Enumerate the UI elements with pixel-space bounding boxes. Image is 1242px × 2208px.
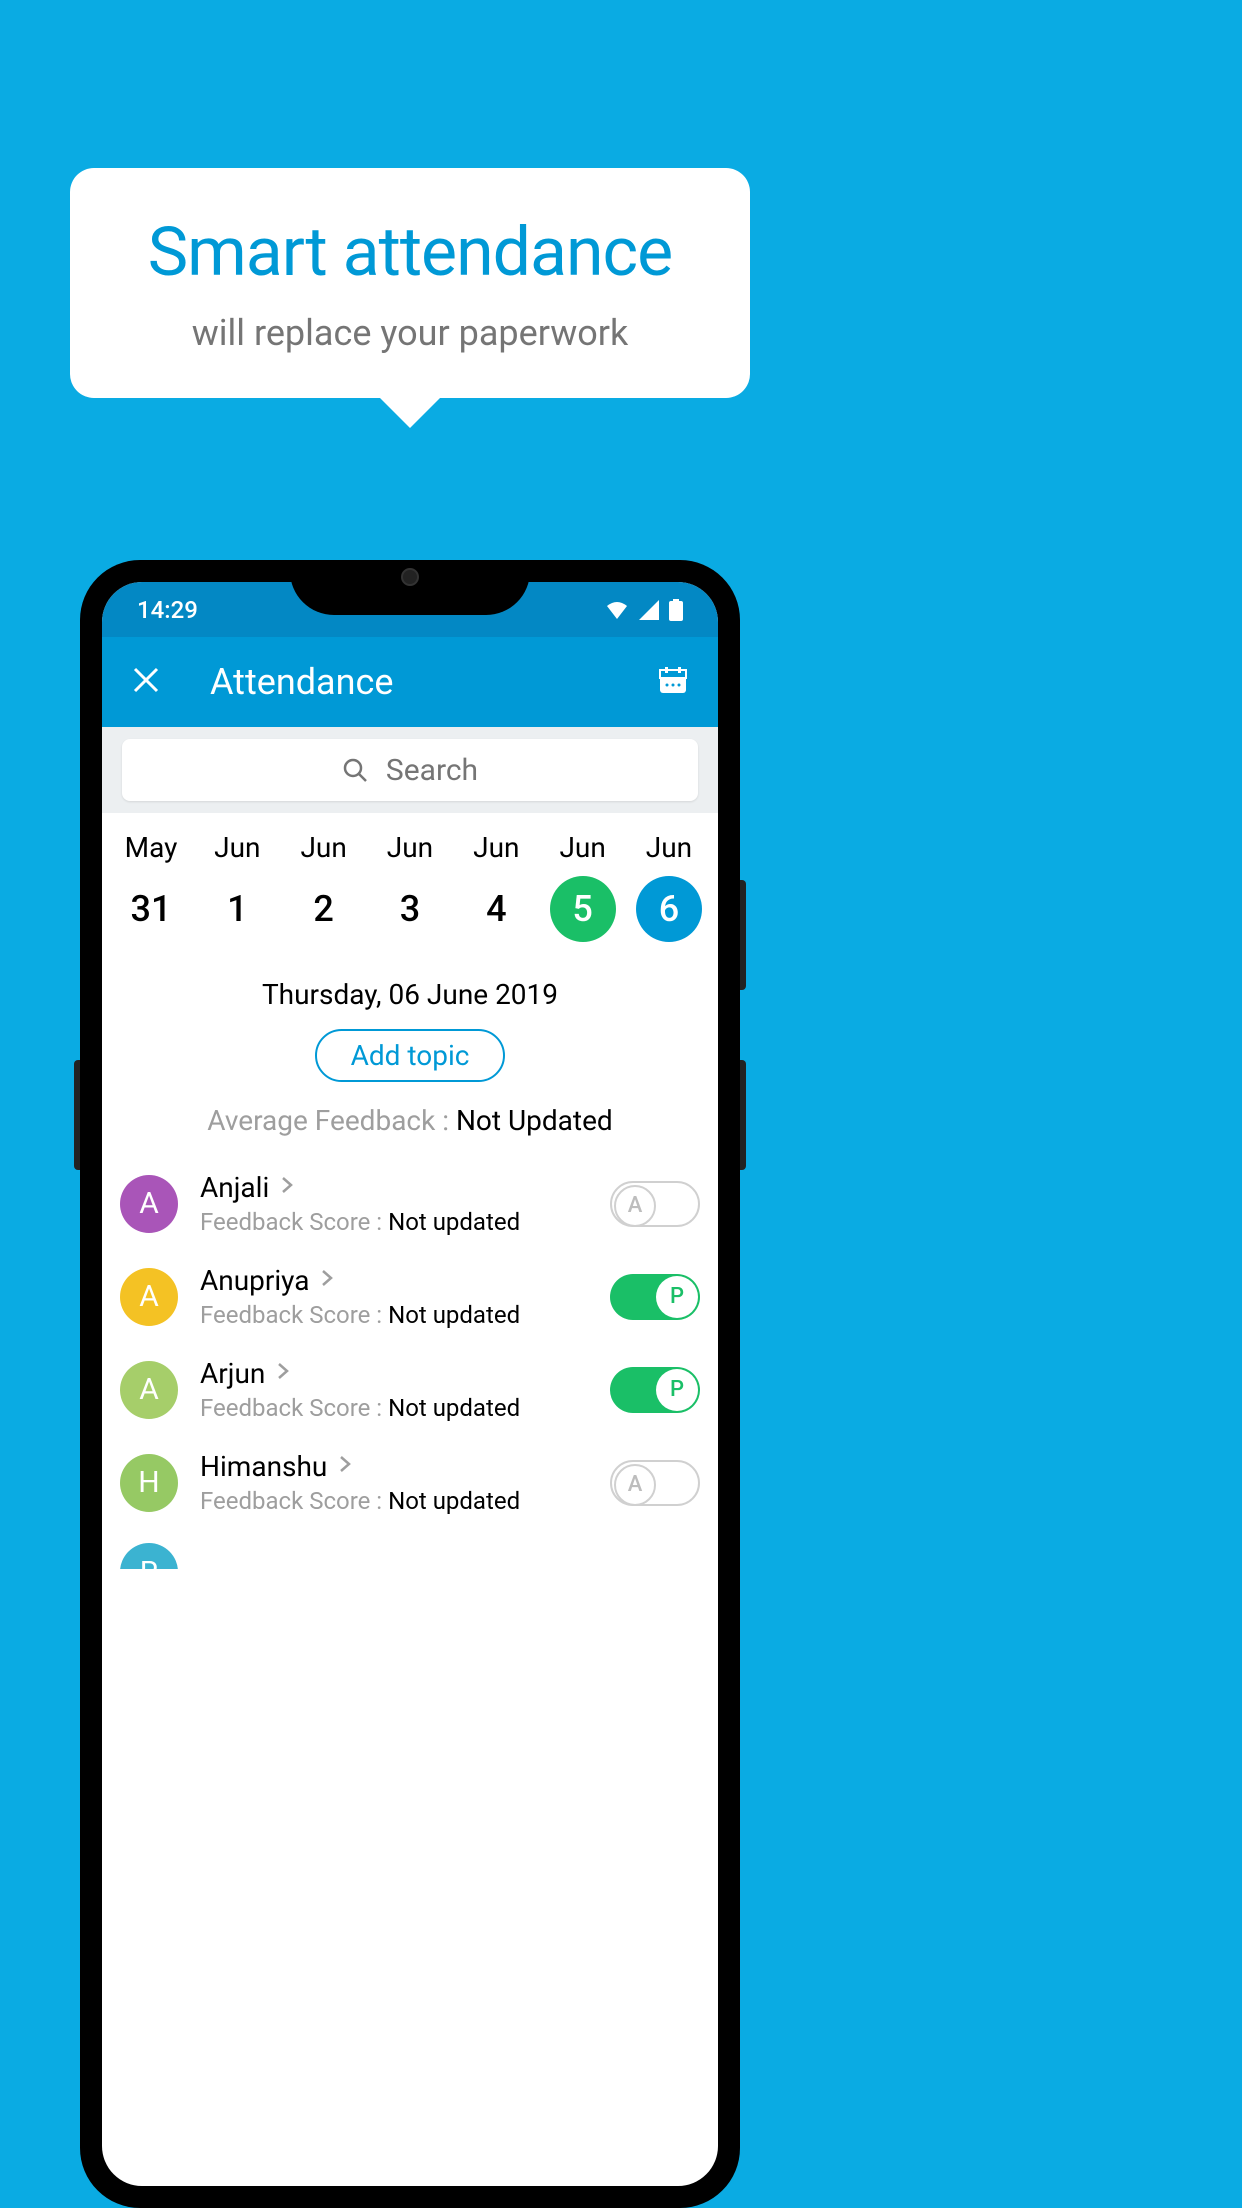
date-month: Jun <box>559 831 605 864</box>
attendance-toggle[interactable]: P <box>610 1274 700 1320</box>
date-day: 6 <box>636 876 702 942</box>
feedback-line: Feedback Score : Not updated <box>200 1208 588 1236</box>
phone-button <box>740 880 746 990</box>
date-col[interactable]: Jun 6 <box>628 831 710 942</box>
student-row: A Anupriya Feedback Score : Not updated P <box>102 1250 718 1343</box>
app-header: Attendance <box>102 637 718 727</box>
student-name: Himanshu <box>200 1450 327 1483</box>
student-name-row: Anjali <box>200 1171 588 1204</box>
date-month: May <box>125 831 178 864</box>
wifi-icon <box>605 600 629 620</box>
student-list: AAnjaliFeedback Score : Not updatedAAAnu… <box>102 1157 718 1569</box>
student-row: A Anjali Feedback Score : Not updated A <box>102 1157 718 1250</box>
feedback-label: Feedback Score : <box>200 1487 388 1515</box>
student-name: Anjali <box>200 1171 269 1204</box>
toggle-knob: A <box>614 1185 656 1227</box>
status-icons <box>605 599 683 621</box>
avatar: R <box>120 1543 178 1569</box>
feedback-label: Feedback Score : <box>200 1301 388 1329</box>
feedback-value: Not updated <box>388 1487 520 1515</box>
promo-subtitle: will replace your paperwork <box>192 312 629 354</box>
student-name-row: Himanshu <box>200 1450 588 1483</box>
date-col[interactable]: Jun 3 <box>369 831 451 942</box>
date-month: Jun <box>387 831 433 864</box>
search-input[interactable]: Search <box>122 739 698 801</box>
feedback-line: Feedback Score : Not updated <box>200 1487 588 1515</box>
chevron-right-icon <box>277 1361 289 1386</box>
student-name: Anupriya <box>200 1264 309 1297</box>
toggle-knob: A <box>614 1464 656 1506</box>
avatar: A <box>120 1268 178 1326</box>
chevron-right-icon <box>281 1175 293 1200</box>
feedback-value: Not updated <box>388 1301 520 1329</box>
date-strip: May 31 Jun 1 Jun 2 Jun 3 Jun 4 Jun 5 Jun 6 <box>102 813 718 960</box>
avatar: A <box>120 1361 178 1419</box>
signal-icon <box>639 600 659 620</box>
feedback-value: Not updated <box>388 1394 520 1422</box>
promo-title: Smart attendance <box>148 212 672 292</box>
feedback-value: Not updated <box>388 1208 520 1236</box>
average-feedback: Average Feedback : Not Updated <box>102 1090 718 1157</box>
toggle-knob: P <box>656 1369 698 1411</box>
avatar: H <box>120 1454 178 1512</box>
battery-icon <box>669 599 683 621</box>
student-row: R <box>102 1529 718 1569</box>
student-name-row: Anupriya <box>200 1264 588 1297</box>
student-info[interactable]: Himanshu Feedback Score : Not updated <box>200 1450 588 1515</box>
date-col[interactable]: Jun 1 <box>196 831 278 942</box>
student-info[interactable]: Arjun Feedback Score : Not updated <box>200 1357 588 1422</box>
feedback-line: Feedback Score : Not updated <box>200 1301 588 1329</box>
phone-frame: 14:29 Attendance Search May31Jun <box>80 560 740 2208</box>
attendance-toggle[interactable]: A <box>610 1460 700 1506</box>
search-icon <box>342 757 368 783</box>
search-placeholder: Search <box>386 753 478 788</box>
phone-button <box>740 1060 746 1170</box>
date-day: 5 <box>550 876 616 942</box>
date-day: 4 <box>463 876 529 942</box>
date-col[interactable]: Jun 5 <box>542 831 624 942</box>
student-name: Arjun <box>200 1357 265 1390</box>
avg-feedback-value: Not Updated <box>456 1104 613 1137</box>
add-topic-button[interactable]: Add topic <box>315 1029 506 1082</box>
attendance-toggle[interactable]: P <box>610 1367 700 1413</box>
status-time: 14:29 <box>137 596 198 624</box>
close-icon[interactable] <box>132 660 160 704</box>
date-month: Jun <box>300 831 346 864</box>
selected-date-label: Thursday, 06 June 2019 <box>102 960 718 1021</box>
search-area: Search <box>102 727 718 813</box>
avg-feedback-label: Average Feedback : <box>207 1104 456 1137</box>
chevron-right-icon <box>339 1454 351 1479</box>
date-day: 31 <box>118 876 184 942</box>
date-day: 3 <box>377 876 443 942</box>
student-info[interactable]: Anjali Feedback Score : Not updated <box>200 1171 588 1236</box>
avatar: A <box>120 1175 178 1233</box>
date-day: 2 <box>291 876 357 942</box>
attendance-toggle[interactable]: A <box>610 1181 700 1227</box>
date-col[interactable]: Jun 2 <box>283 831 365 942</box>
camera-dot <box>401 568 419 586</box>
date-month: Jun <box>473 831 519 864</box>
date-month: Jun <box>646 831 692 864</box>
chevron-right-icon <box>321 1268 333 1293</box>
student-name-row: Arjun <box>200 1357 588 1390</box>
phone-button <box>74 1060 80 1170</box>
feedback-label: Feedback Score : <box>200 1394 388 1422</box>
page-title: Attendance <box>210 661 608 703</box>
date-month: Jun <box>214 831 260 864</box>
add-topic-row: Add topic <box>102 1021 718 1090</box>
date-col[interactable]: May 31 <box>110 831 192 942</box>
student-row: H Himanshu Feedback Score : Not updated A <box>102 1436 718 1529</box>
phone-screen: 14:29 Attendance Search May31Jun <box>102 582 718 2186</box>
student-info[interactable]: Anupriya Feedback Score : Not updated <box>200 1264 588 1329</box>
toggle-knob: P <box>656 1276 698 1318</box>
date-day: 1 <box>204 876 270 942</box>
date-col[interactable]: Jun 4 <box>455 831 537 942</box>
feedback-label: Feedback Score : <box>200 1208 388 1236</box>
calendar-icon[interactable] <box>658 665 688 699</box>
feedback-line: Feedback Score : Not updated <box>200 1394 588 1422</box>
phone-notch <box>290 560 530 615</box>
student-row: A Arjun Feedback Score : Not updated P <box>102 1343 718 1436</box>
promo-bubble: Smart attendance will replace your paper… <box>70 168 750 398</box>
